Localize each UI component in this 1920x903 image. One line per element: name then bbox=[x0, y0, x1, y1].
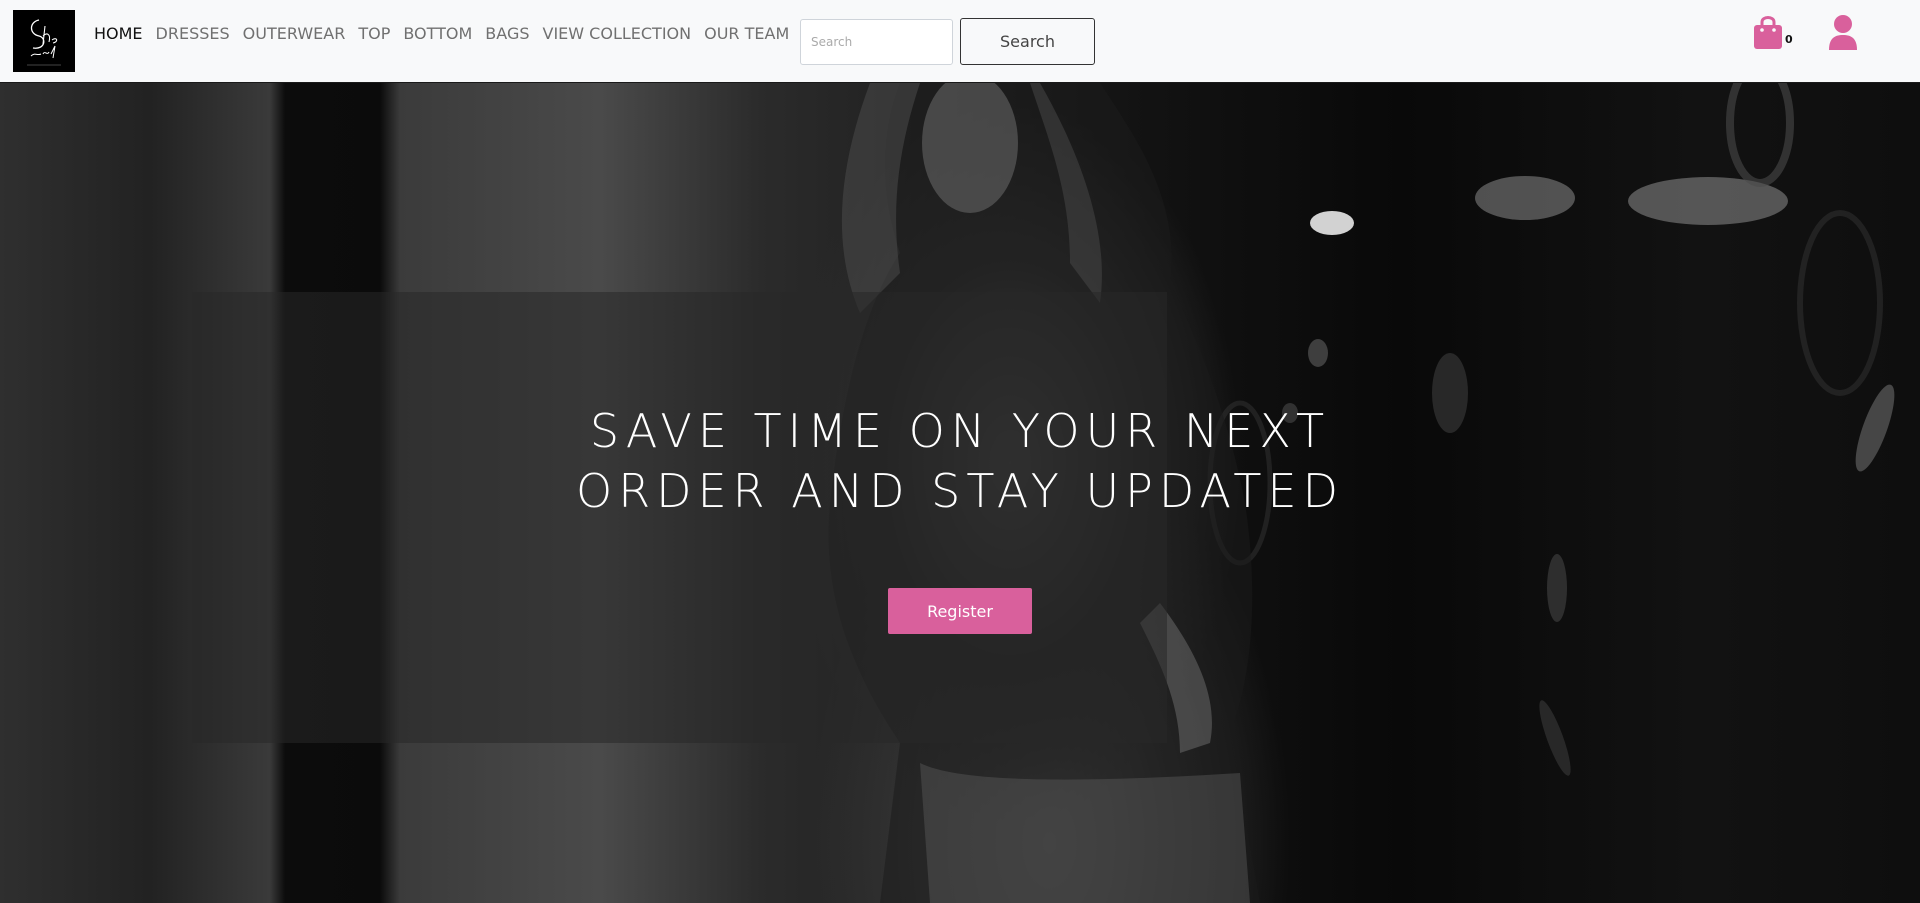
search-input[interactable] bbox=[800, 19, 953, 65]
nav-link-our-team[interactable]: OUR TEAM bbox=[704, 24, 789, 43]
nav-link-top[interactable]: TOP bbox=[358, 24, 390, 43]
search-button[interactable]: Search bbox=[960, 18, 1095, 65]
nav-link-bags[interactable]: BAGS bbox=[485, 24, 529, 43]
cart-count-badge: 0 bbox=[1785, 33, 1793, 46]
nav-link-bottom[interactable]: BOTTOM bbox=[403, 24, 472, 43]
cart-button[interactable]: 0 bbox=[1752, 14, 1802, 54]
nav-link-dresses[interactable]: DRESSES bbox=[156, 24, 230, 43]
nav-link-outerwear[interactable]: OUTERWEAR bbox=[243, 24, 346, 43]
register-button[interactable]: Register bbox=[888, 588, 1032, 634]
top-navbar: HOME DRESSES OUTERWEAR TOP BOTTOM BAGS V… bbox=[0, 0, 1920, 83]
user-icon bbox=[1829, 15, 1857, 50]
nav-link-home[interactable]: HOME bbox=[94, 24, 143, 43]
brand-logo-mark bbox=[27, 19, 61, 66]
nav-link-view-collection[interactable]: VIEW COLLECTION bbox=[543, 24, 692, 43]
hero-headline: SAVE TIME ON YOUR NEXT ORDER AND STAY UP… bbox=[575, 404, 1344, 518]
shopping-bag-icon bbox=[1754, 16, 1782, 49]
hero-banner: SAVE TIME ON YOUR NEXT ORDER AND STAY UP… bbox=[0, 83, 1920, 903]
user-account-button[interactable] bbox=[1827, 14, 1859, 52]
main-nav: HOME DRESSES OUTERWEAR TOP BOTTOM BAGS V… bbox=[94, 24, 802, 43]
brand-logo[interactable] bbox=[13, 10, 75, 72]
